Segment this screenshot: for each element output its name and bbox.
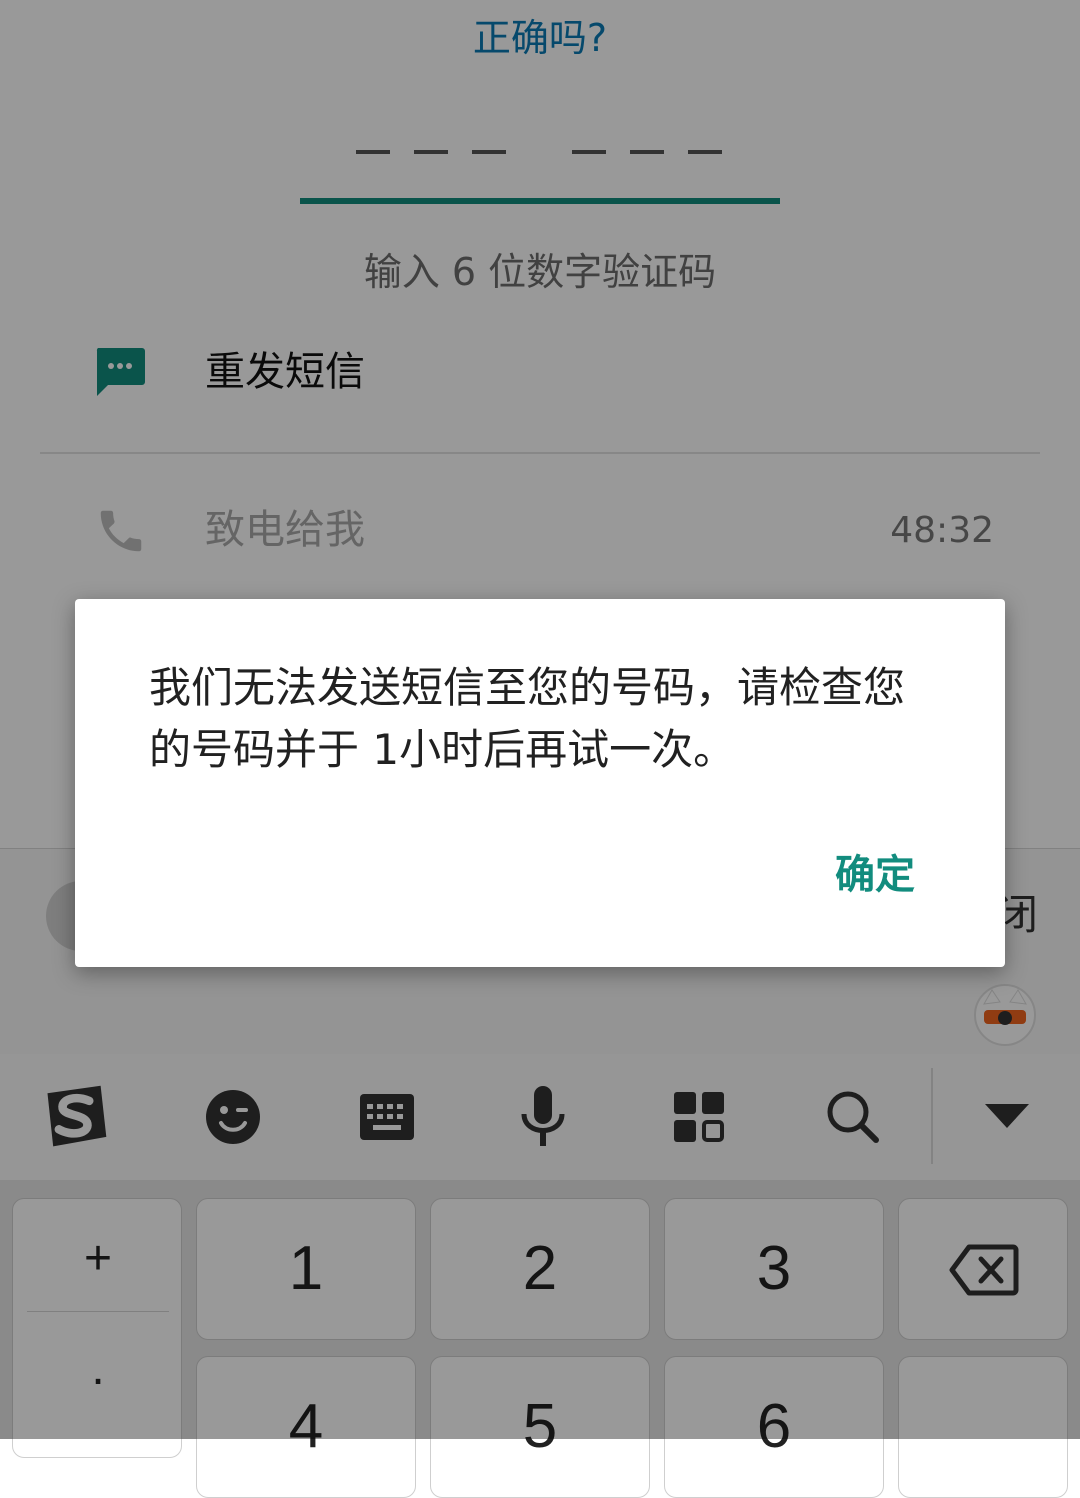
error-dialog: 我们无法发送短信至您的号码，请检查您的号码并于 1小时后再试一次。 确定 [75,599,1005,967]
dialog-message: 我们无法发送短信至您的号码，请检查您的号码并于 1小时后再试一次。 [149,663,906,774]
ok-button[interactable]: 确定 [835,845,915,905]
